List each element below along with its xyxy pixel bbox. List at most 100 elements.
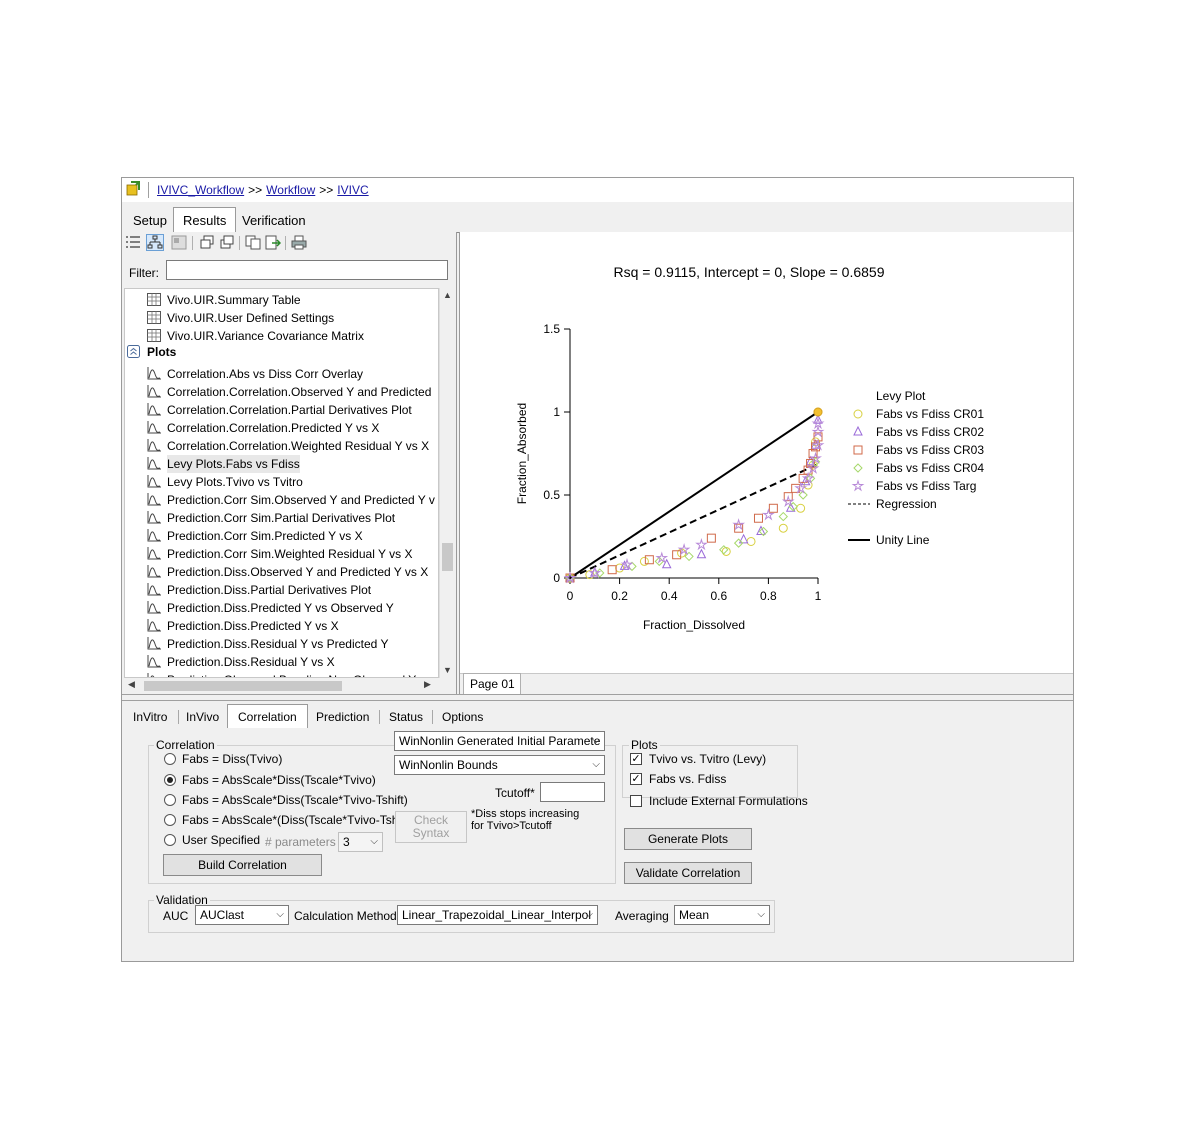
top-tab-strip: Setup Results Verification (122, 202, 1073, 233)
tab-correlation[interactable]: Correlation (227, 704, 308, 729)
checkbox-tvivo-tvitro[interactable]: ✓ (630, 753, 642, 765)
tab-verification[interactable]: Verification (233, 210, 315, 232)
tab-invitro[interactable]: InVitro (133, 707, 167, 727)
build-correlation-button[interactable]: Build Correlation (163, 854, 322, 876)
x-tick-label: 0 (567, 589, 574, 603)
generate-plots-button[interactable]: Generate Plots (624, 828, 752, 850)
image-view-icon[interactable] (171, 235, 187, 250)
collapse-all-icon[interactable] (219, 235, 235, 250)
chart-title: Rsq = 0.9115, Intercept = 0, Slope = 0.6… (614, 264, 885, 280)
tree-item-label: Prediction.Diss.Predicted Y vs X (167, 619, 339, 633)
radio-fabs-absscale-tscale[interactable] (164, 774, 176, 786)
tab-invivo[interactable]: InVivo (186, 707, 219, 727)
legend-entry: Unity Line (876, 533, 930, 547)
tab-results[interactable]: Results (173, 207, 237, 233)
workflow-icon[interactable] (125, 181, 141, 197)
radio-fabs-tshift-label: Fabs = AbsScale*Diss(Tscale*Tvivo-Tshift… (182, 793, 408, 807)
tree-item-label: Prediction.Diss.Residual Y vs X (167, 655, 335, 669)
auc-select[interactable]: AUClast ⌵ (195, 905, 289, 925)
bottom-tab-strip: InVitro InVivo Correlation Prediction St… (122, 701, 1073, 729)
bounds-select[interactable]: WinNonlin Bounds ⌵ (394, 755, 605, 775)
tcutoff-note-line1: *Diss stops increasing (471, 808, 580, 820)
tree-vertical-scrollbar[interactable]: ▲ ▼ (439, 288, 455, 678)
radio-user-specified[interactable] (164, 834, 176, 846)
tab-separator (379, 710, 380, 724)
legend-entry: Fabs vs Fdiss Targ (876, 479, 976, 493)
plot-icon (147, 637, 161, 650)
tree-item-label: Correlation.Correlation.Observed Y and P… (167, 385, 432, 399)
tab-setup[interactable]: Setup (124, 210, 176, 232)
breadcrumb-ivivc-workflow[interactable]: IVIVC_Workflow (157, 183, 244, 197)
plot-icon (147, 475, 161, 488)
tree-item-label: Correlation.Correlation.Predicted Y vs X (167, 421, 380, 435)
calculation-method-label: Calculation Method (294, 909, 397, 923)
table-icon (147, 293, 161, 306)
radio-fabs-diss[interactable] (164, 753, 176, 765)
tree-item-label: Vivo.UIR.User Defined Settings (167, 311, 335, 325)
check-syntax-button[interactable]: Check Syntax (395, 811, 467, 843)
num-parameters-select[interactable]: 3 ⌵ (338, 832, 383, 852)
breadcrumb-ivivc[interactable]: IVIVC (337, 183, 368, 197)
fabs-vs-fdiss-cr02-point (696, 548, 707, 559)
breadcrumb-workflow[interactable]: Workflow (266, 183, 315, 197)
calculation-method-select[interactable]: Linear_Trapezoidal_Linear_Interpol ⌵ (397, 905, 598, 925)
plot-icon (147, 601, 161, 614)
tab-status[interactable]: Status (389, 707, 423, 727)
initial-parameters-select[interactable]: WinNonlin Generated Initial Paramete ⌵ (394, 731, 605, 751)
y-tick-label: 0 (553, 571, 560, 585)
tab-page-01[interactable]: Page 01 (463, 673, 521, 694)
filter-input[interactable] (166, 260, 448, 280)
breadcrumb-bar: IVIVC_Workflow >> Workflow >> IVIVC (122, 178, 1073, 203)
expand-all-icon[interactable] (199, 235, 215, 250)
fabs-vs-fdiss-cr03-point (607, 565, 617, 575)
tree-view-icon[interactable] (146, 234, 164, 251)
tab-options[interactable]: Options (442, 707, 483, 727)
chevron-down-icon: ⌵ (592, 735, 600, 746)
tcutoff-note: *Diss stops increasing for Tvivo>Tcutoff (471, 808, 579, 832)
tree-item-label: Prediction.Diss.Predicted Y vs Observed … (167, 601, 394, 615)
tree-item-label: Prediction.Corr Sim.Observed Y and Predi… (167, 493, 435, 507)
radio-fabs-absbase[interactable] (164, 814, 176, 826)
plot-icon (147, 403, 161, 416)
chevron-down-icon: ⌵ (585, 909, 593, 920)
radio-fabs-tshift[interactable] (164, 794, 176, 806)
tree-item-label: Prediction.Corr Sim.Predicted Y vs X (167, 529, 363, 543)
chevron-down-icon: ⌵ (592, 759, 600, 770)
tree-horizontal-scroll-thumb[interactable] (144, 681, 342, 691)
averaging-select[interactable]: Mean ⌵ (674, 905, 770, 925)
copy-icon[interactable] (245, 235, 261, 250)
chevron-down-icon: ⌵ (276, 909, 284, 920)
correlation-settings-panel: Correlation Fabs = Diss(Tvivo) Fabs = Ab… (122, 728, 1073, 961)
export-icon[interactable] (265, 235, 281, 250)
collapse-group-icon[interactable] (127, 345, 141, 358)
check-syntax-label-line2: Syntax (412, 826, 450, 840)
tree-vertical-scroll-thumb[interactable] (442, 543, 453, 571)
checkbox-include-external-label: Include External Formulations (649, 794, 808, 808)
fabs-vs-fdiss-targ-point (655, 551, 669, 564)
scroll-down-arrow-icon[interactable]: ▼ (443, 665, 452, 675)
auc-label: AUC (163, 909, 189, 923)
scroll-right-arrow-icon[interactable]: ▶ (424, 679, 431, 690)
tab-prediction[interactable]: Prediction (316, 707, 369, 727)
print-icon[interactable] (291, 235, 307, 250)
bounds-value: WinNonlin Bounds (399, 758, 498, 772)
num-parameters-label: # parameters (265, 835, 336, 849)
checkbox-include-external[interactable] (630, 795, 642, 807)
list-view-icon[interactable] (125, 235, 141, 250)
fabs-vs-fdiss-targ-point (761, 508, 775, 521)
filter-label: Filter: (129, 266, 159, 280)
tree-item-label: Correlation.Abs vs Diss Corr Overlay (167, 367, 364, 381)
plot-icon (147, 367, 161, 380)
validate-correlation-button[interactable]: Validate Correlation (624, 862, 752, 884)
breadcrumb-gt: >> (248, 183, 263, 197)
tcutoff-label: Tcutoff* (495, 786, 535, 800)
tcutoff-input[interactable] (540, 782, 605, 802)
scroll-left-arrow-icon[interactable]: ◀ (128, 679, 135, 690)
num-parameters-value: 3 (343, 835, 350, 849)
scroll-up-arrow-icon[interactable]: ▲ (443, 290, 452, 300)
tree-horizontal-scrollbar[interactable]: ◀ ▶ (124, 678, 439, 693)
pane-splitter[interactable] (122, 694, 1073, 701)
checkbox-fabs-fdiss[interactable]: ✓ (630, 773, 642, 785)
ivivc-window: IVIVC_Workflow >> Workflow >> IVIVC Setup Re… (121, 177, 1074, 962)
legend-title: Levy Plot (876, 389, 926, 403)
